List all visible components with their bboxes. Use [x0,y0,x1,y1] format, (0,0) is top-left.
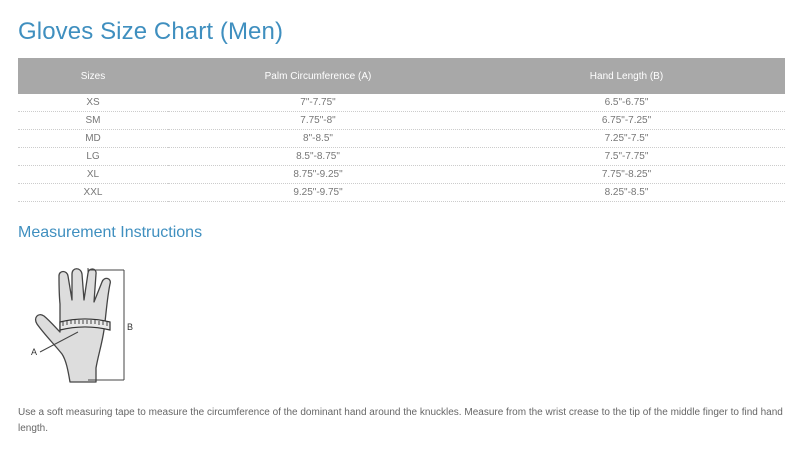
table-row: XXL 9.25"-9.75" 8.25"-8.5" [18,183,785,202]
hand-measurement-diagram: B A [31,268,133,383]
header-sizes: Sizes [18,58,168,94]
label-a: A [31,347,37,357]
palm-cell: 9.25"-9.75" [168,183,468,202]
table-row: MD 8"-8.5" 7.25"-7.5" [18,129,785,148]
palm-cell: 8"-8.5" [168,129,468,148]
length-cell: 7.5"-7.75" [468,147,785,166]
label-b: B [127,322,133,332]
size-cell: XXL [18,183,168,202]
palm-cell: 8.5"-8.75" [168,147,468,166]
size-cell: SM [18,111,168,130]
length-cell: 8.25"-8.5" [468,183,785,202]
size-cell: XS [18,94,168,112]
size-cell: LG [18,147,168,166]
length-cell: 6.75"-7.25" [468,111,785,130]
length-cell: 6.5"-6.75" [468,94,785,112]
table-row: XL 8.75"-9.25" 7.75"-8.25" [18,165,785,184]
header-palm-circumference: Palm Circumference (A) [168,58,468,94]
palm-cell: 7"-7.75" [168,94,468,112]
size-chart-table: Sizes Palm Circumference (A) Hand Length… [18,58,785,202]
length-cell: 7.25"-7.5" [468,129,785,148]
header-hand-length: Hand Length (B) [468,58,785,94]
palm-cell: 7.75"-8" [168,111,468,130]
length-cell: 7.75"-8.25" [468,165,785,184]
measurement-instructions-title: Measurement Instructions [18,224,203,241]
table-row: LG 8.5"-8.75" 7.5"-7.75" [18,147,785,166]
size-cell: XL [18,165,168,184]
table-row: XS 7"-7.75" 6.5"-6.75" [18,94,785,112]
page-title: Gloves Size Chart (Men) [18,18,284,45]
table-header-row: Sizes Palm Circumference (A) Hand Length… [18,58,785,94]
size-cell: MD [18,129,168,148]
measurement-instructions-text: Use a soft measuring tape to measure the… [18,407,783,434]
table-row: SM 7.75"-8" 6.75"-7.25" [18,111,785,130]
palm-cell: 8.75"-9.25" [168,165,468,184]
